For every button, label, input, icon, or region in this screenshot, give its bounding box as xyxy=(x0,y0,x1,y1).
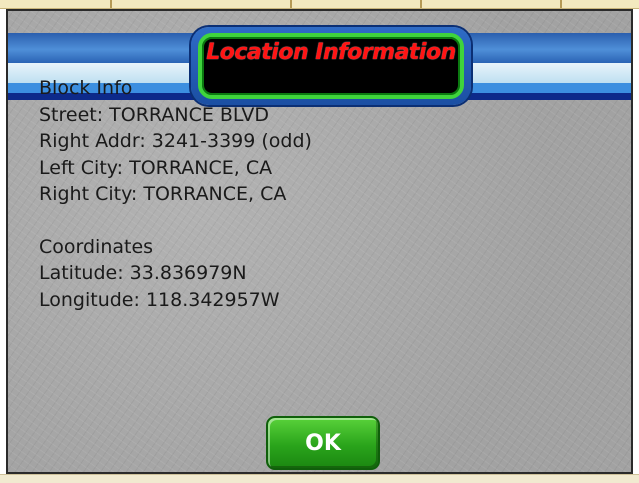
map-road xyxy=(110,0,112,8)
location-details: Block Info Street: TORRANCE BLVD Right A… xyxy=(39,75,312,313)
map-road xyxy=(420,0,422,8)
map-background-top xyxy=(0,0,639,9)
map-road xyxy=(560,0,562,8)
coordinates-heading: Coordinates xyxy=(39,235,154,258)
right-city-value: Right City: TORRANCE, CA xyxy=(39,183,287,205)
ok-button[interactable]: OK xyxy=(266,416,380,470)
right-address-value: Right Addr: 3241-3399 (odd) xyxy=(39,130,312,152)
latitude-value: Latitude: 33.836979N xyxy=(39,262,247,284)
location-information-dialog: Location Information Block Info Street: … xyxy=(6,9,633,474)
dialog-title: Location Information xyxy=(206,40,456,65)
block-info-heading: Block Info xyxy=(39,77,133,99)
longitude-value: Longitude: 118.342957W xyxy=(39,288,280,311)
street-value: Street: TORRANCE BLVD xyxy=(39,103,270,126)
map-road xyxy=(290,0,292,8)
left-city-value: Left City: TORRANCE, CA xyxy=(39,156,273,179)
